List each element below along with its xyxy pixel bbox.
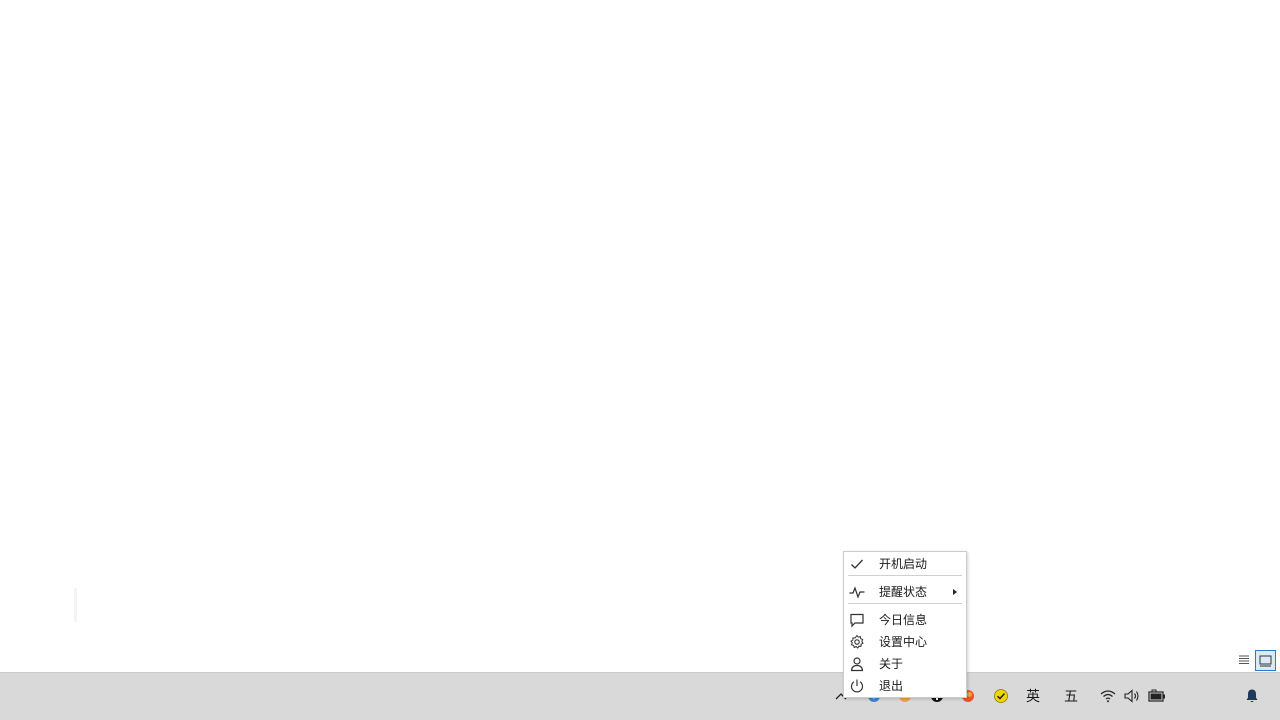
user-icon [850,657,864,672]
volume-button[interactable] [1122,672,1142,720]
menu-separator [848,575,962,576]
ime-mode-indicator[interactable]: 五 [1058,672,1084,720]
message-icon [850,613,864,628]
gear-icon [850,634,864,649]
power-icon [850,679,864,693]
battery-icon [1148,689,1165,702]
wifi-icon [1100,690,1116,703]
submenu-arrow-icon [953,589,957,595]
menu-item-exit[interactable]: 退出 [845,675,965,697]
menu-item-reminder-status[interactable]: 提醒状态 [845,581,965,603]
menu-item-label: 退出 [879,679,904,693]
menu-separator [848,603,962,604]
menu-item-label: 关于 [879,657,904,671]
tray-context-menu: 开机启动 提醒状态 今日信息 设置中心 关于 退出 [843,551,967,698]
network-button[interactable] [1098,672,1118,720]
ime-language-indicator[interactable]: 英 [1020,672,1046,720]
battery-button[interactable] [1146,672,1168,720]
menu-item-today-info[interactable]: 今日信息 [845,609,965,631]
details-view-button[interactable] [1234,650,1254,670]
menu-item-about[interactable]: 关于 [845,653,965,675]
taskbar [0,672,1280,720]
volume-icon [1124,689,1139,703]
notification-center-button[interactable] [1240,672,1264,720]
menu-item-label: 开机启动 [879,557,928,571]
tray-app-yellow-check[interactable] [991,672,1011,720]
desktop [0,0,1280,672]
details-view-icon [1239,655,1249,664]
yellow-check-icon [994,689,1008,703]
notification-bell-icon [1246,689,1258,703]
ime-mode-label: 五 [1064,689,1078,705]
thumbnail-view-button[interactable] [1255,650,1276,671]
menu-item-label: 设置中心 [879,635,928,649]
menu-item-settings[interactable]: 设置中心 [845,631,965,653]
pulse-icon [849,586,865,599]
menu-item-label: 提醒状态 [879,585,928,599]
menu-item-label: 今日信息 [879,613,928,627]
ime-language-label: 英 [1026,689,1040,705]
checkmark-icon [851,559,863,569]
menu-item-startup[interactable]: 开机启动 [845,553,965,575]
faint-mark [74,588,77,622]
thumbnail-view-icon [1259,655,1272,666]
